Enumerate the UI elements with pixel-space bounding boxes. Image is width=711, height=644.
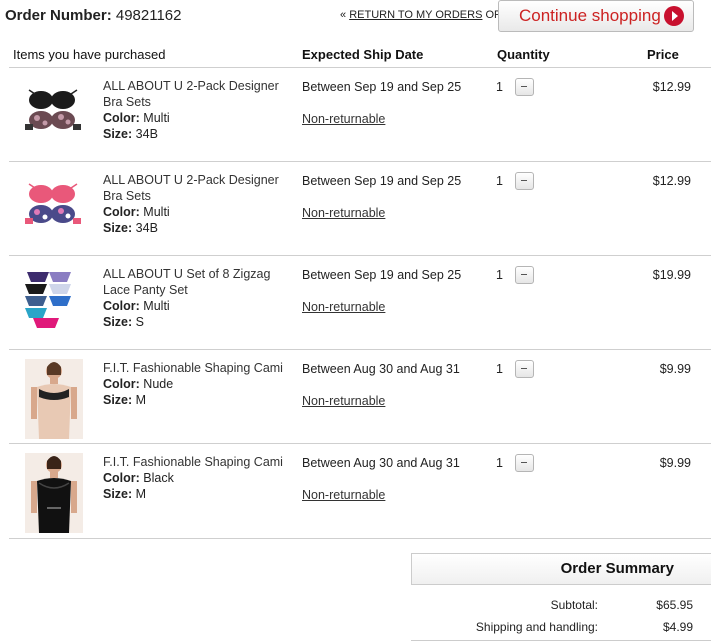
- size-value: 34B: [135, 221, 158, 235]
- col-quantity-header: Quantity: [497, 47, 550, 62]
- col-ship-header: Expected Ship Date: [302, 47, 424, 62]
- table-bottom-divider: [9, 538, 711, 539]
- summary-divider: [411, 640, 711, 641]
- product-name[interactable]: F.I.T. Fashionable Shaping Cami: [103, 360, 298, 376]
- panty-set-icon: [23, 268, 83, 328]
- product-name[interactable]: ALL ABOUT U Set of 8 Zigzag Lace Panty S…: [103, 266, 298, 298]
- item-price: $12.99: [652, 174, 691, 188]
- decrease-quantity-button[interactable]: [515, 360, 534, 378]
- color-label: Color:: [103, 205, 140, 219]
- color-label: Color:: [103, 111, 140, 125]
- return-chevron: «: [340, 9, 347, 21]
- quantity-value: 1: [496, 362, 503, 376]
- return-to-orders-link[interactable]: RETURN TO MY ORDERS: [349, 9, 482, 21]
- color-label: Color:: [103, 471, 140, 485]
- non-returnable-link[interactable]: Non-returnable: [302, 112, 385, 126]
- order-summary-header: Order Summary: [411, 553, 711, 585]
- decrease-quantity-button[interactable]: [515, 266, 534, 284]
- return-nav: « RETURN TO MY ORDERS OR: [340, 9, 502, 21]
- item-price: $9.99: [659, 456, 691, 470]
- product-info: ALL ABOUT U 2-Pack Designer Bra Sets Col…: [103, 78, 298, 142]
- non-returnable-link[interactable]: Non-returnable: [302, 488, 385, 502]
- non-returnable-link[interactable]: Non-returnable: [302, 394, 385, 408]
- ship-date: Between Sep 19 and Sep 25: [302, 268, 462, 282]
- color-label: Color:: [103, 377, 140, 391]
- shipping-label: Shipping and handling:: [475, 620, 598, 634]
- top-bar: Order Number: 49821162 « RETURN TO MY OR…: [0, 0, 711, 34]
- product-info: F.I.T. Fashionable Shaping Cami Color: N…: [103, 360, 298, 408]
- quantity-value: 1: [496, 456, 503, 470]
- table-row: ALL ABOUT U Set of 8 Zigzag Lace Panty S…: [9, 256, 711, 350]
- order-summary-title: Order Summary: [560, 560, 674, 577]
- order-number-label: Order Number:: [5, 7, 112, 24]
- product-info: F.I.T. Fashionable Shaping Cami Color: B…: [103, 454, 298, 502]
- ship-date: Between Sep 19 and Sep 25: [302, 80, 462, 94]
- bra-black-icon: [23, 80, 83, 140]
- quantity-value: 1: [496, 174, 503, 188]
- non-returnable-link[interactable]: Non-returnable: [302, 300, 385, 314]
- minus-icon: [521, 86, 527, 87]
- color-value: Nude: [143, 377, 174, 391]
- table-row: F.I.T. Fashionable Shaping Cami Color: B…: [9, 444, 711, 538]
- item-price: $9.99: [659, 362, 691, 376]
- ship-date: Between Aug 30 and Aug 31: [302, 362, 460, 376]
- size-value: 34B: [135, 127, 158, 141]
- table-row: F.I.T. Fashionable Shaping Cami Color: N…: [9, 350, 711, 444]
- ship-date: Between Aug 30 and Aug 31: [302, 456, 460, 470]
- bra-pink-icon: [23, 174, 83, 234]
- continue-shopping-button[interactable]: Continue shopping: [498, 0, 694, 32]
- decrease-quantity-button[interactable]: [515, 454, 534, 472]
- color-value: Multi: [143, 205, 170, 219]
- cami-nude-icon: [25, 359, 83, 439]
- quantity-value: 1: [496, 80, 503, 94]
- ship-date: Between Sep 19 and Sep 25: [302, 174, 462, 188]
- minus-icon: [521, 368, 527, 369]
- minus-icon: [521, 274, 527, 275]
- item-price: $12.99: [652, 80, 691, 94]
- size-label: Size:: [103, 487, 133, 501]
- color-value: Multi: [143, 111, 170, 125]
- quantity-value: 1: [496, 268, 503, 282]
- table-row: ALL ABOUT U 2-Pack Designer Bra Sets Col…: [9, 68, 711, 162]
- color-value: Multi: [143, 299, 170, 313]
- item-price: $19.99: [652, 268, 691, 282]
- size-value: S: [135, 315, 145, 329]
- size-value: M: [135, 393, 147, 407]
- size-label: Size:: [103, 393, 133, 407]
- product-info: ALL ABOUT U Set of 8 Zigzag Lace Panty S…: [103, 266, 298, 330]
- col-items-header: Items you have purchased: [13, 47, 166, 62]
- col-price-header: Price: [647, 47, 679, 62]
- play-arrow-icon: [664, 6, 684, 26]
- cami-black-icon: [25, 453, 83, 533]
- table-row: ALL ABOUT U 2-Pack Designer Bra Sets Col…: [9, 162, 711, 256]
- non-returnable-link[interactable]: Non-returnable: [302, 206, 385, 220]
- product-name[interactable]: F.I.T. Fashionable Shaping Cami: [103, 454, 298, 470]
- product-info: ALL ABOUT U 2-Pack Designer Bra Sets Col…: [103, 172, 298, 236]
- size-label: Size:: [103, 127, 133, 141]
- minus-icon: [521, 180, 527, 181]
- product-name[interactable]: ALL ABOUT U 2-Pack Designer Bra Sets: [103, 172, 298, 204]
- shipping-value: $4.99: [662, 620, 693, 634]
- continue-shopping-label: Continue shopping: [519, 6, 661, 25]
- order-number-value: 49821162: [115, 7, 182, 24]
- minus-icon: [521, 462, 527, 463]
- decrease-quantity-button[interactable]: [515, 78, 534, 96]
- subtotal-value: $65.95: [656, 598, 693, 612]
- color-value: Black: [143, 471, 174, 485]
- decrease-quantity-button[interactable]: [515, 172, 534, 190]
- size-label: Size:: [103, 221, 133, 235]
- color-label: Color:: [103, 299, 140, 313]
- subtotal-label: Subtotal:: [550, 598, 598, 612]
- size-value: M: [135, 487, 147, 501]
- order-number: Order Number: 49821162: [5, 7, 181, 24]
- size-label: Size:: [103, 315, 133, 329]
- product-name[interactable]: ALL ABOUT U 2-Pack Designer Bra Sets: [103, 78, 298, 110]
